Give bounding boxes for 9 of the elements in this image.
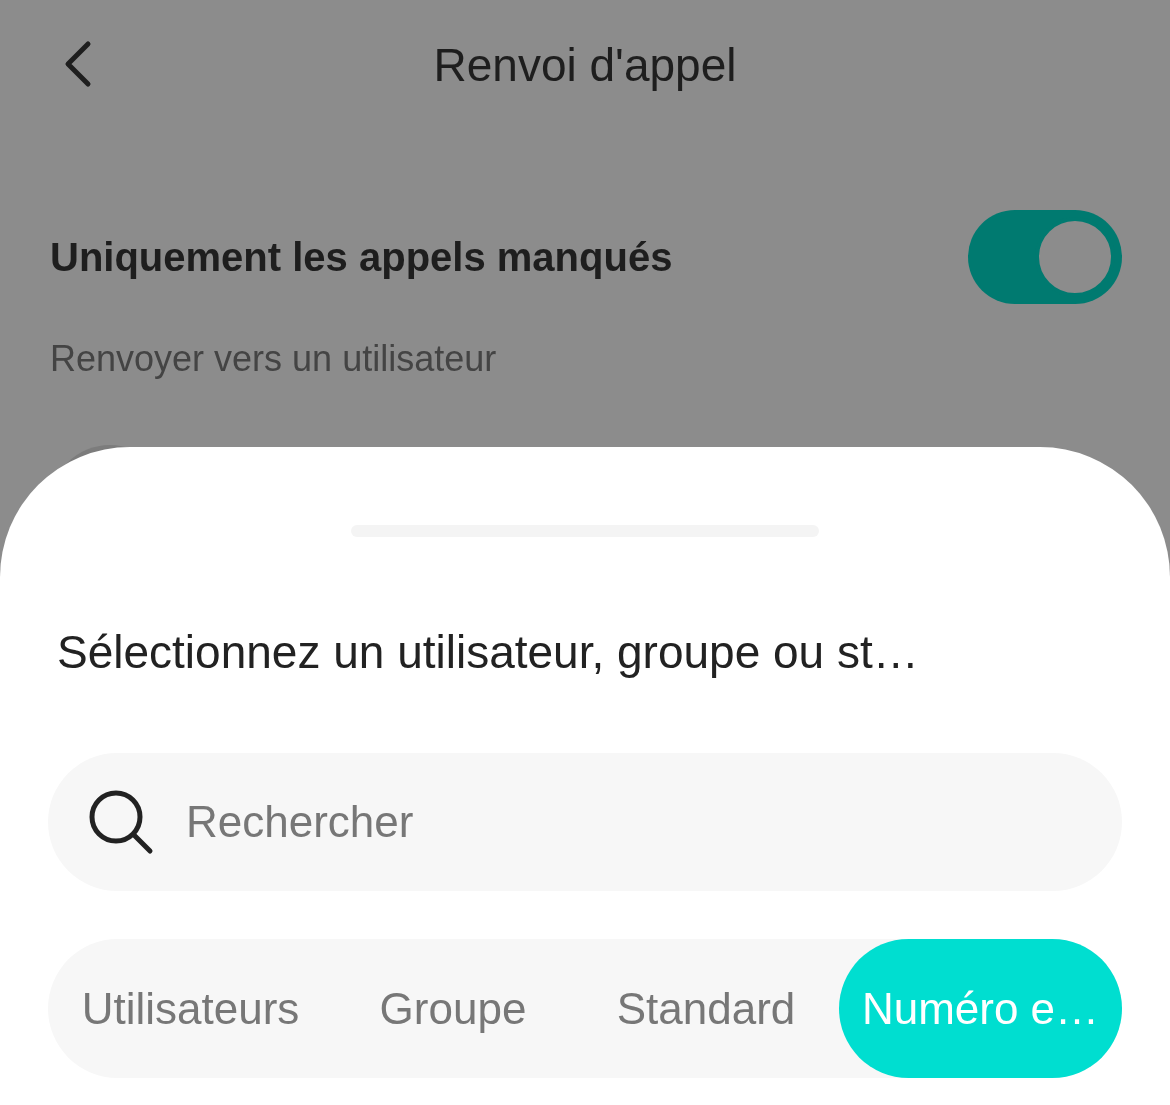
sheet-title: Sélectionnez un utilisateur, groupe ou st…: [56, 625, 919, 679]
filter-tab[interactable]: Standard: [573, 939, 839, 1078]
section-label: Renvoyer vers un utilisateur: [50, 338, 498, 380]
setting-label: Uniquement les appels manqués: [50, 234, 673, 280]
filter-tab[interactable]: Utilisateurs: [48, 939, 333, 1078]
search-field[interactable]: Rechercher: [48, 753, 1122, 891]
screen-title: Renvoi d'appel: [433, 38, 737, 92]
search-icon: [88, 789, 154, 855]
filter-tab[interactable]: Groupe: [333, 939, 573, 1078]
